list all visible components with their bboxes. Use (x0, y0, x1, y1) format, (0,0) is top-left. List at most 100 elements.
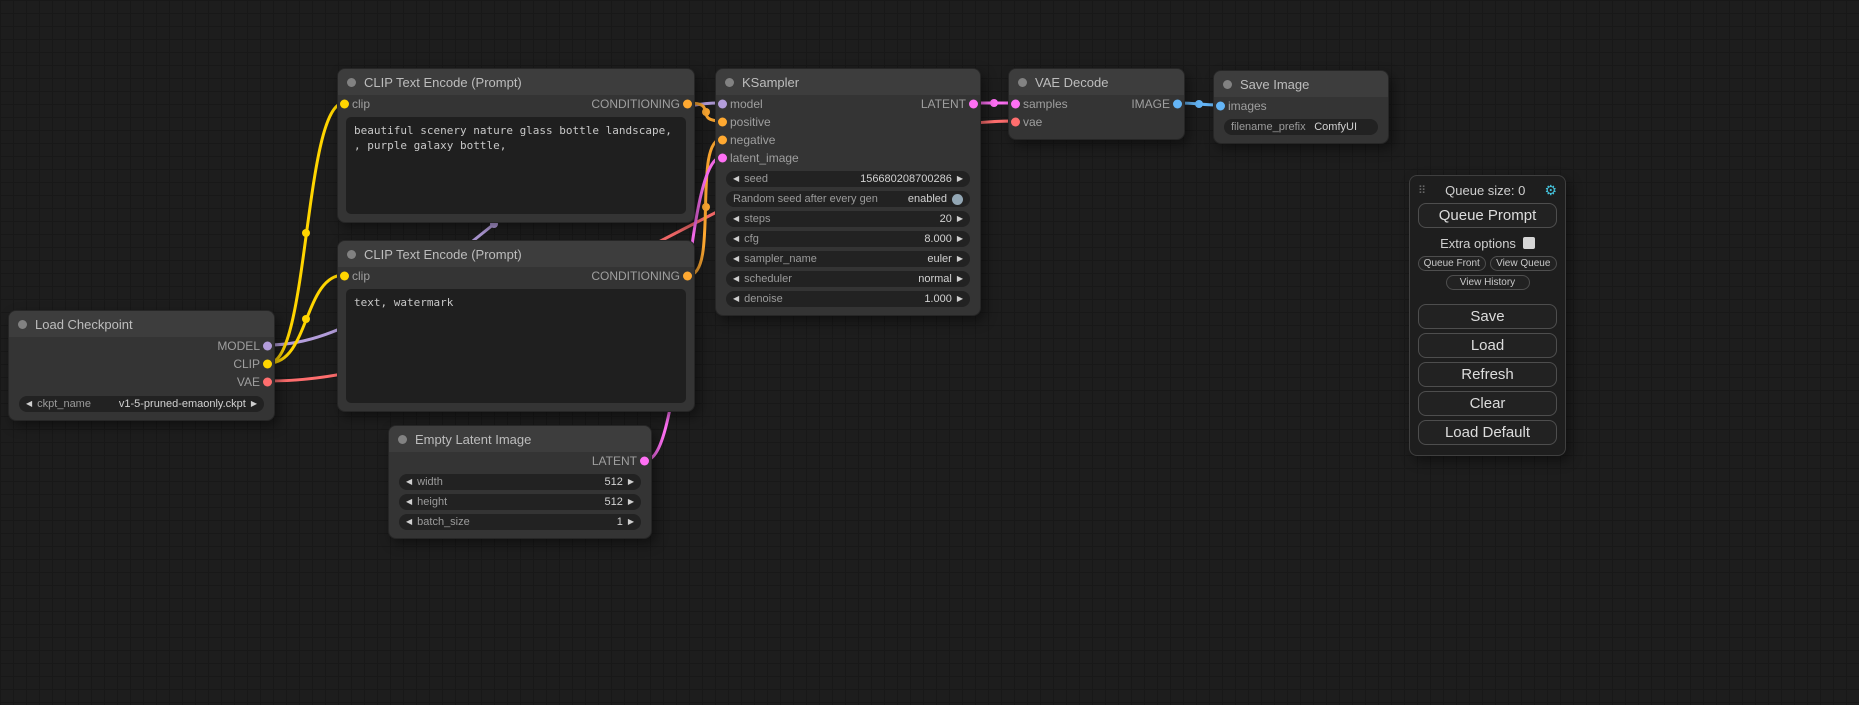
model-input-slot[interactable] (718, 100, 727, 109)
widget-value: enabled (908, 193, 947, 205)
drag-handle-icon[interactable]: ⠿ (1418, 184, 1426, 197)
widget-value: 512 (604, 476, 622, 488)
decrement-arrow-icon[interactable]: ◀ (733, 215, 739, 223)
increment-arrow-icon[interactable]: ▶ (628, 498, 634, 506)
clear-button[interactable]: Clear (1418, 391, 1557, 416)
refresh-button[interactable]: Refresh (1418, 362, 1557, 387)
view-history-button[interactable]: View History (1446, 275, 1530, 290)
decrement-arrow-icon[interactable]: ◀ (406, 498, 412, 506)
samples-input-slot[interactable] (1011, 100, 1020, 109)
toggle-knob[interactable] (952, 194, 963, 205)
input-label: vae (1023, 115, 1042, 129)
node-title-bar[interactable]: KSampler (716, 69, 980, 95)
widget-ckpt-name[interactable]: ◀ ckpt_name v1-5-pruned-emaonly.ckpt ▶ (19, 396, 264, 412)
queue-buttons-row: Queue Front View Queue (1418, 256, 1557, 271)
node-empty-latent-image[interactable]: Empty Latent Image LATENT ◀ width 512 ▶ … (388, 425, 652, 539)
vae-output-slot[interactable] (263, 378, 272, 387)
widget-denoise[interactable]: ◀ denoise 1.000 ▶ (726, 291, 970, 307)
negative-input-slot[interactable] (718, 136, 727, 145)
model-output-slot[interactable] (263, 342, 272, 351)
output-label: CONDITIONING (591, 97, 680, 111)
decrement-arrow-icon[interactable]: ◀ (733, 175, 739, 183)
node-title: CLIP Text Encode (Prompt) (364, 75, 522, 90)
widget-sampler-name[interactable]: ◀ sampler_name euler ▶ (726, 251, 970, 267)
latent-image-input-slot[interactable] (718, 154, 727, 163)
images-input-slot[interactable] (1216, 102, 1225, 111)
increment-arrow-icon[interactable]: ▶ (957, 255, 963, 263)
increment-arrow-icon[interactable]: ▶ (957, 215, 963, 223)
widget-width[interactable]: ◀ width 512 ▶ (399, 474, 641, 490)
extra-options-checkbox[interactable] (1523, 237, 1535, 249)
settings-gear-icon[interactable]: ⚙ (1544, 182, 1557, 199)
node-title-bar[interactable]: Load Checkpoint (9, 311, 274, 337)
decrement-arrow-icon[interactable]: ◀ (26, 400, 32, 408)
increment-arrow-icon[interactable]: ▶ (957, 275, 963, 283)
widget-batch-size[interactable]: ◀ batch_size 1 ▶ (399, 514, 641, 530)
widget-label: cfg (744, 233, 759, 245)
collapse-dot[interactable] (1018, 78, 1027, 87)
node-title-bar[interactable]: Save Image (1214, 71, 1388, 97)
node-title-bar[interactable]: CLIP Text Encode (Prompt) (338, 241, 694, 267)
latent-output-slot[interactable] (640, 457, 649, 466)
increment-arrow-icon[interactable]: ▶ (251, 400, 257, 408)
negative-prompt-textarea[interactable]: text, watermark (346, 289, 686, 403)
load-button[interactable]: Load (1418, 333, 1557, 358)
widget-filename-prefix[interactable]: filename_prefix ComfyUI (1224, 119, 1378, 135)
queue-panel: ⠿ Queue size: 0 ⚙ Queue Prompt Extra opt… (1409, 175, 1566, 456)
link-dot (302, 229, 310, 237)
decrement-arrow-icon[interactable]: ◀ (406, 478, 412, 486)
widget-label: scheduler (744, 273, 792, 285)
conditioning-output-slot[interactable] (683, 100, 692, 109)
queue-front-button[interactable]: Queue Front (1418, 256, 1486, 271)
positive-input-slot[interactable] (718, 118, 727, 127)
widget-seed[interactable]: ◀ seed 156680208700286 ▶ (726, 171, 970, 187)
queue-prompt-button[interactable]: Queue Prompt (1418, 203, 1557, 228)
collapse-dot[interactable] (18, 320, 27, 329)
increment-arrow-icon[interactable]: ▶ (957, 235, 963, 243)
load-default-button[interactable]: Load Default (1418, 420, 1557, 445)
node-vae-decode[interactable]: VAE Decode samples IMAGE vae (1008, 68, 1185, 140)
clip-output-slot[interactable] (263, 360, 272, 369)
clip-input-slot[interactable] (340, 272, 349, 281)
widget-cfg[interactable]: ◀ cfg 8.000 ▶ (726, 231, 970, 247)
decrement-arrow-icon[interactable]: ◀ (733, 235, 739, 243)
increment-arrow-icon[interactable]: ▶ (957, 295, 963, 303)
collapse-dot[interactable] (1223, 80, 1232, 89)
positive-prompt-textarea[interactable]: beautiful scenery nature glass bottle la… (346, 117, 686, 214)
clip-input-slot[interactable] (340, 100, 349, 109)
node-save-image[interactable]: Save Image images filename_prefix ComfyU… (1213, 70, 1389, 144)
increment-arrow-icon[interactable]: ▶ (957, 175, 963, 183)
node-graph-canvas[interactable]: Load Checkpoint MODEL CLIP VAE ◀ ckpt_na… (0, 0, 1859, 705)
widget-steps[interactable]: ◀ steps 20 ▶ (726, 211, 970, 227)
link-dot (702, 203, 710, 211)
increment-arrow-icon[interactable]: ▶ (628, 478, 634, 486)
node-load-checkpoint[interactable]: Load Checkpoint MODEL CLIP VAE ◀ ckpt_na… (8, 310, 275, 421)
view-queue-button[interactable]: View Queue (1490, 256, 1558, 271)
queue-size-label: Queue size: 0 (1426, 183, 1544, 198)
decrement-arrow-icon[interactable]: ◀ (733, 255, 739, 263)
collapse-dot[interactable] (347, 78, 356, 87)
collapse-dot[interactable] (725, 78, 734, 87)
decrement-arrow-icon[interactable]: ◀ (733, 295, 739, 303)
save-button[interactable]: Save (1418, 304, 1557, 329)
vae-input-slot[interactable] (1011, 118, 1020, 127)
decrement-arrow-icon[interactable]: ◀ (406, 518, 412, 526)
latent-output-slot[interactable] (969, 100, 978, 109)
node-title-bar[interactable]: Empty Latent Image (389, 426, 651, 452)
widget-scheduler[interactable]: ◀ scheduler normal ▶ (726, 271, 970, 287)
collapse-dot[interactable] (398, 435, 407, 444)
widget-height[interactable]: ◀ height 512 ▶ (399, 494, 641, 510)
input-label: negative (730, 133, 775, 147)
node-clip-text-encode-positive[interactable]: CLIP Text Encode (Prompt) clip CONDITION… (337, 68, 695, 223)
node-clip-text-encode-negative[interactable]: CLIP Text Encode (Prompt) clip CONDITION… (337, 240, 695, 412)
increment-arrow-icon[interactable]: ▶ (628, 518, 634, 526)
node-title-bar[interactable]: CLIP Text Encode (Prompt) (338, 69, 694, 95)
image-output-slot[interactable] (1173, 100, 1182, 109)
output-row: MODEL (9, 337, 274, 355)
widget-random-seed-toggle[interactable]: Random seed after every gen enabled (726, 191, 970, 207)
decrement-arrow-icon[interactable]: ◀ (733, 275, 739, 283)
node-ksampler[interactable]: KSampler model LATENT positive negative … (715, 68, 981, 316)
conditioning-output-slot[interactable] (683, 272, 692, 281)
collapse-dot[interactable] (347, 250, 356, 259)
node-title-bar[interactable]: VAE Decode (1009, 69, 1184, 95)
